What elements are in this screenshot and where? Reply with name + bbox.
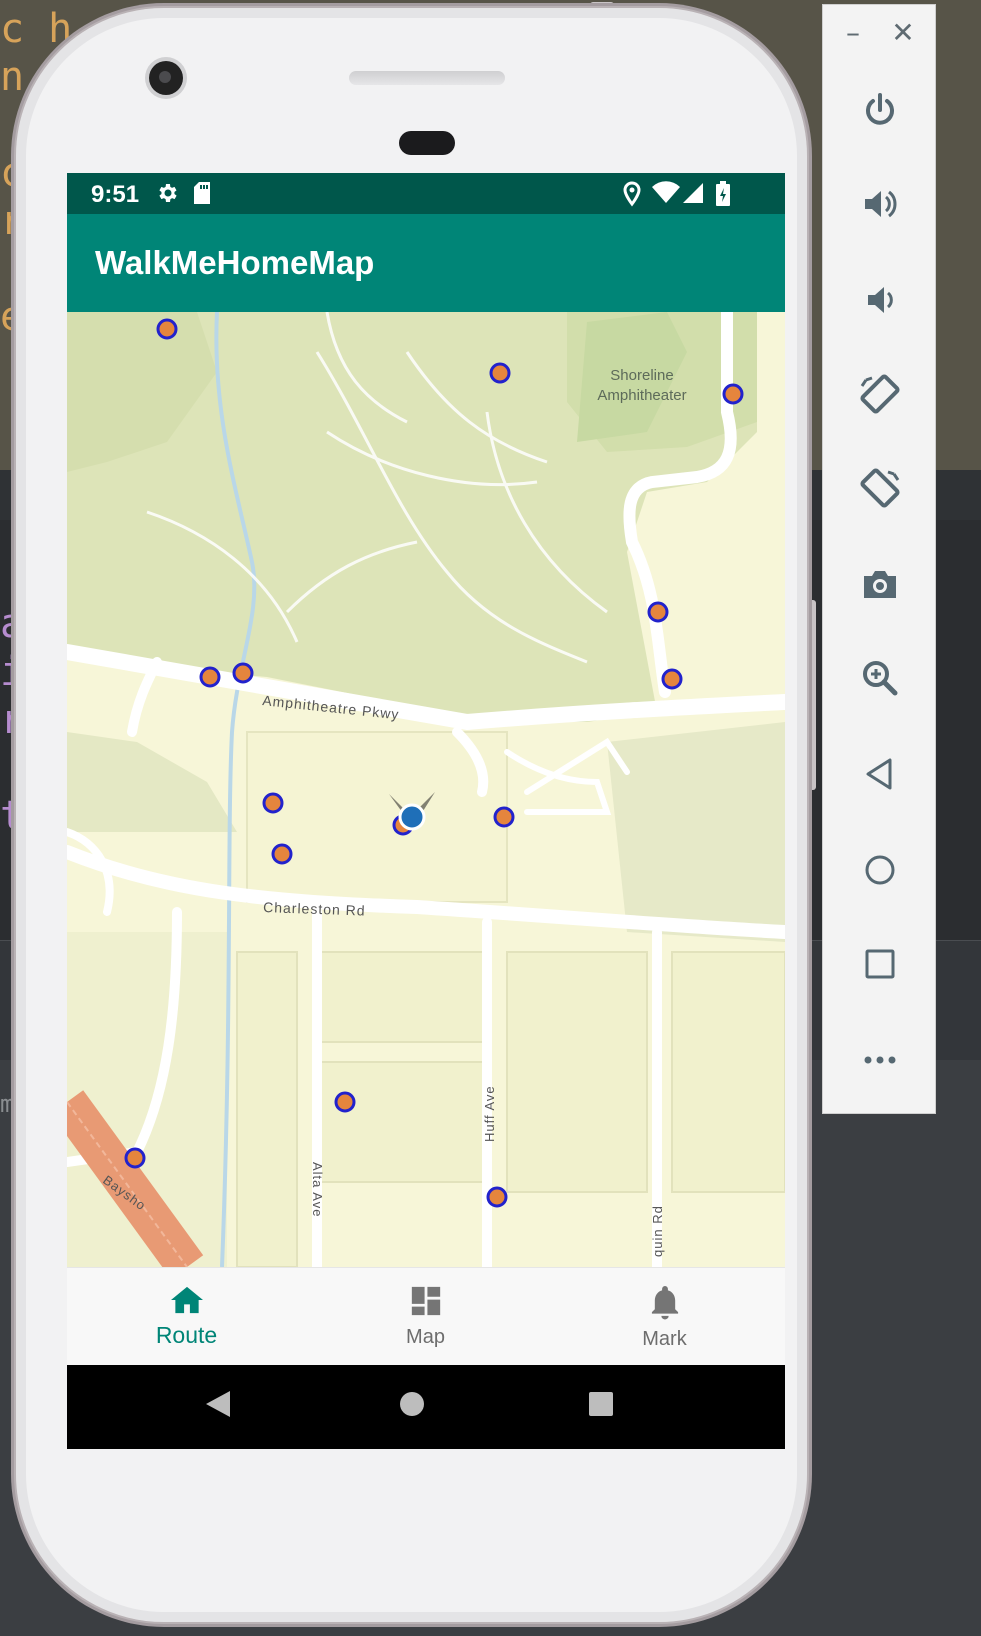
- emulator-back-button[interactable]: [853, 747, 907, 801]
- nav-item-map[interactable]: Map: [306, 1268, 545, 1366]
- power-button[interactable]: [853, 83, 907, 137]
- home-circle-icon[interactable]: [397, 1389, 427, 1423]
- nav-label-map: Map: [406, 1326, 445, 1348]
- huff-ave-label: Huff Ave: [482, 1085, 497, 1142]
- nav-label-route: Route: [155, 1322, 218, 1348]
- map-marker[interactable]: [271, 843, 293, 865]
- building-block: [671, 951, 785, 1193]
- earpiece-speaker: [349, 71, 505, 85]
- home-icon: [865, 855, 895, 885]
- rotate-left-button[interactable]: [853, 367, 907, 421]
- map-canvas[interactable]: Shoreline Amphitheater Amphitheatre Pkwy …: [67, 312, 785, 1267]
- rotate-left-icon: [860, 374, 900, 414]
- app-title: WalkMeHomeMap: [95, 244, 375, 281]
- emulator-overview-button[interactable]: [853, 937, 907, 991]
- back-icon[interactable]: [204, 1389, 232, 1423]
- settings-icon: [155, 181, 179, 209]
- map-marker[interactable]: [262, 792, 284, 814]
- map-marker[interactable]: [486, 1186, 508, 1208]
- code-text-bottom: m: [0, 1090, 15, 1118]
- signal-icon: [681, 181, 705, 209]
- emulator-title-bar: – ✕: [823, 5, 937, 61]
- map-marker[interactable]: [661, 668, 683, 690]
- nav-item-mark[interactable]: Mark: [545, 1268, 784, 1366]
- building-block: [246, 731, 508, 903]
- charleston-rd-label: Charleston Rd: [263, 899, 366, 919]
- map-marker[interactable]: [722, 383, 744, 405]
- building-block: [316, 951, 488, 1043]
- map-marker[interactable]: [647, 601, 669, 623]
- alta-ave-label: Alta Ave: [310, 1162, 325, 1217]
- system-navigation-bar: [67, 1365, 785, 1449]
- phone-side-button: [808, 600, 816, 790]
- more-icon: [864, 1056, 896, 1064]
- battery-icon: [715, 181, 731, 211]
- app-bar: WalkMeHomeMap: [67, 214, 785, 312]
- recents-icon[interactable]: [586, 1389, 616, 1423]
- proximity-sensor: [399, 131, 455, 155]
- zoom-icon: [863, 661, 898, 696]
- home-icon: [170, 1286, 203, 1314]
- front-camera: [149, 61, 183, 95]
- sd-card-icon: [192, 181, 212, 209]
- map-marker[interactable]: [489, 362, 511, 384]
- bell-icon: [651, 1286, 678, 1320]
- zoom-button[interactable]: [853, 651, 907, 705]
- emulator-home-button[interactable]: [853, 843, 907, 897]
- emulator-toolbar: – ✕: [822, 4, 936, 1114]
- volume-down-icon: [868, 287, 893, 313]
- map-marker[interactable]: [493, 806, 515, 828]
- wifi-icon: [651, 181, 681, 209]
- screenshot-button[interactable]: [853, 557, 907, 611]
- joaquin-rd-label: quin Rd: [650, 1205, 665, 1257]
- emulator-more-button[interactable]: [853, 1033, 907, 1087]
- nav-label-mark: Mark: [642, 1328, 687, 1350]
- phone-screen: 9:51 WalkMeHomeMap Shoreline Amphitheate…: [67, 173, 785, 1449]
- nav-item-route[interactable]: Route: [67, 1268, 306, 1366]
- rotate-right-button[interactable]: [853, 461, 907, 515]
- building-block: [316, 1061, 488, 1183]
- overview-icon: [865, 949, 895, 979]
- volume-up-icon: [865, 190, 897, 218]
- close-button[interactable]: ✕: [885, 15, 921, 51]
- volume-up-button[interactable]: [853, 177, 907, 231]
- map-marker[interactable]: [334, 1091, 356, 1113]
- bottom-navigation: Route Map Mark: [67, 1267, 785, 1365]
- map-marker[interactable]: [156, 318, 178, 340]
- map-marker[interactable]: [199, 666, 221, 688]
- land-area-east: [607, 722, 785, 942]
- dashboard-icon: [411, 1286, 440, 1316]
- volume-down-button[interactable]: [853, 273, 907, 327]
- location-icon: [622, 181, 642, 211]
- status-bar: 9:51: [67, 173, 785, 214]
- land-area: [67, 732, 237, 832]
- rotate-right-icon: [860, 468, 900, 508]
- power-icon: [866, 93, 894, 125]
- minimize-button[interactable]: –: [835, 15, 871, 51]
- camera-icon: [864, 571, 896, 598]
- map-marker[interactable]: [232, 662, 254, 684]
- phone-frame: 9:51 WalkMeHomeMap Shoreline Amphitheate…: [14, 6, 809, 1624]
- map-marker[interactable]: [124, 1147, 146, 1169]
- map-view[interactable]: Shoreline Amphitheater Amphitheatre Pkwy …: [67, 312, 785, 1267]
- back-icon: [866, 758, 892, 790]
- status-time: 9:51: [91, 181, 140, 208]
- building-block: [506, 951, 648, 1193]
- building-block: [236, 951, 298, 1267]
